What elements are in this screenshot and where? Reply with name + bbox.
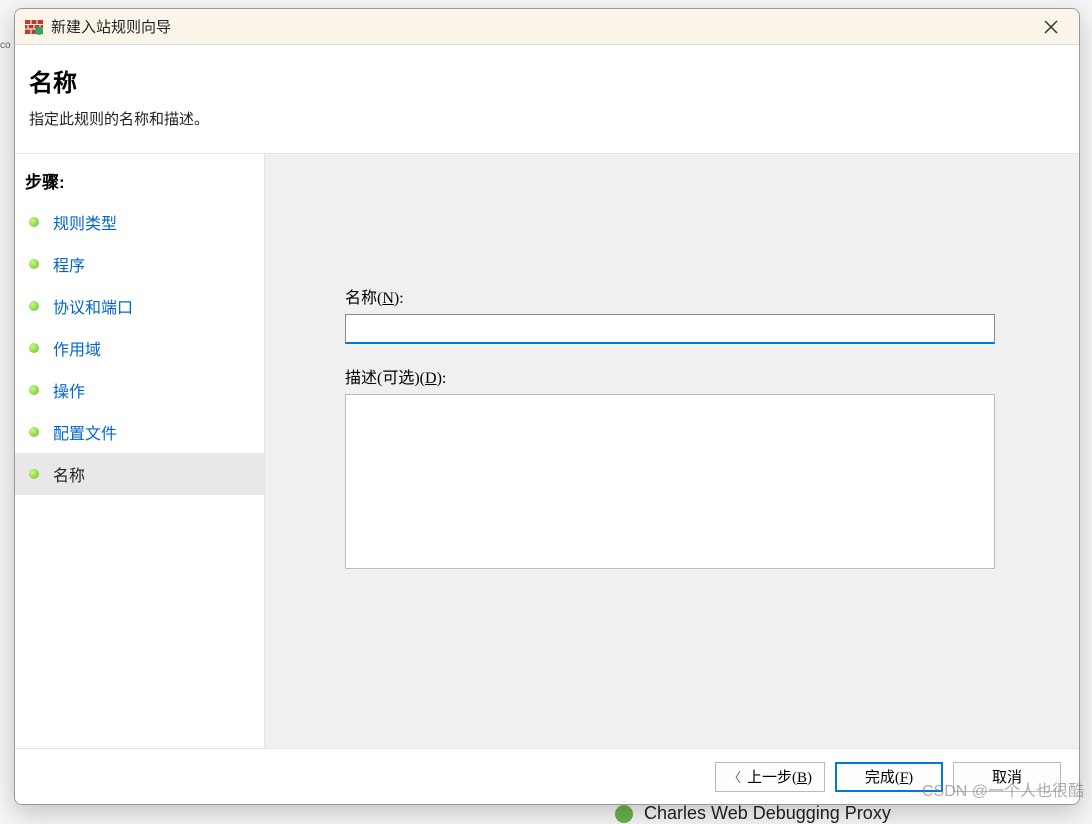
wizard-dialog: 新建入站规则向导 名称 指定此规则的名称和描述。 步骤: 规则类型 程序 协 [14,8,1080,805]
charles-text: Charles Web Debugging Proxy [644,803,891,823]
main-content: 名称(N): 描述(可选)(D): [265,154,1079,748]
page-title: 名称 [29,63,1065,98]
background-fragment: co [0,40,10,160]
name-label: 名称(N): [345,284,1009,308]
bullet-icon [29,469,39,479]
step-scope[interactable]: 作用域 [15,327,264,369]
steps-sidebar: 步骤: 规则类型 程序 协议和端口 作用域 操作 [15,154,265,748]
close-button[interactable] [1033,12,1069,42]
step-label: 操作 [53,378,85,402]
step-rule-type[interactable]: 规则类型 [15,201,264,243]
header-section: 名称 指定此规则的名称和描述。 [15,45,1079,154]
firewall-icon [25,18,43,36]
step-label: 作用域 [53,336,101,360]
name-input[interactable] [345,314,995,344]
step-label: 配置文件 [53,420,117,444]
footer: 〈 上一步(B) 完成(F) 取消 [15,748,1079,804]
step-program[interactable]: 程序 [15,243,264,285]
step-profile[interactable]: 配置文件 [15,411,264,453]
description-textarea[interactable] [345,394,995,569]
bullet-icon [29,301,39,311]
titlebar: 新建入站规则向导 [15,9,1079,45]
step-action[interactable]: 操作 [15,369,264,411]
bullet-icon [29,385,39,395]
step-label: 协议和端口 [53,294,133,318]
back-button[interactable]: 〈 上一步(B) [715,762,825,792]
step-label: 程序 [53,252,85,276]
bullet-icon [29,217,39,227]
bullet-icon [29,427,39,437]
step-label: 规则类型 [53,210,117,234]
background-charles-row: Charles Web Debugging Proxy [615,803,891,824]
step-protocol-port[interactable]: 协议和端口 [15,285,264,327]
finish-label: 完成(F) [865,766,913,787]
step-name[interactable]: 名称 [15,453,264,495]
bullet-icon [29,259,39,269]
body-section: 步骤: 规则类型 程序 协议和端口 作用域 操作 [15,154,1079,748]
back-label: 上一步(B) [747,766,812,787]
window-title: 新建入站规则向导 [51,16,1033,37]
steps-header: 步骤: [15,160,264,201]
step-label: 名称 [53,462,85,486]
bullet-icon [29,343,39,353]
watermark: CSDN @一个人也很酷 [922,777,1084,801]
page-description: 指定此规则的名称和描述。 [29,108,1065,129]
description-label: 描述(可选)(D): [345,364,1009,388]
close-icon [1044,20,1058,34]
chevron-left-icon: 〈 [728,767,741,786]
charles-icon [615,805,633,823]
